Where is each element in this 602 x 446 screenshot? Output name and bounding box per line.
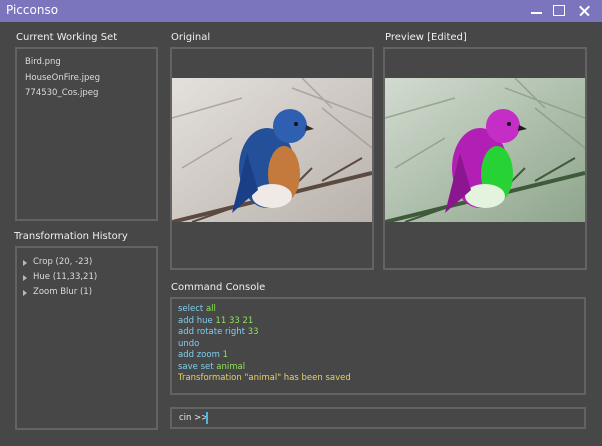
console-argument: 1 — [222, 350, 228, 360]
original-title: Original — [171, 32, 211, 43]
console-argument: all — [205, 304, 216, 314]
working-set-title: Current Working Set — [16, 32, 118, 43]
console-line: add rotate right 33 — [178, 327, 584, 339]
console-command: add zoom — [178, 350, 220, 360]
app-title: Picconso — [6, 3, 59, 17]
file-item[interactable]: Bird.png — [25, 55, 156, 71]
expand-triangle-icon[interactable] — [23, 289, 27, 296]
history-item[interactable]: Hue (11,33,21) — [23, 270, 156, 285]
console-title: Command Console — [171, 282, 266, 293]
text-caret — [206, 412, 208, 424]
history-panel: Crop (20, -23) Hue (11,33,21) Zoom Blur … — [15, 246, 158, 430]
history-title: Transformation History — [14, 231, 128, 242]
command-input-box[interactable]: cin >> — [170, 407, 586, 429]
console-command: select — [178, 304, 204, 314]
preview-image — [385, 78, 585, 222]
history-item[interactable]: Zoom Blur (1) — [23, 285, 156, 300]
console-line: add hue 11 33 21 — [178, 316, 584, 328]
file-list: Bird.png HouseOnFire.jpeg 774530_Cos.jpe… — [17, 49, 156, 102]
expand-triangle-icon[interactable] — [23, 259, 27, 266]
history-item-label: Hue (11,33,21) — [33, 272, 98, 282]
console-line: select all — [178, 304, 584, 316]
preview-title: Preview [Edited] — [385, 32, 467, 43]
console-command: undo — [178, 338, 200, 349]
file-item[interactable]: HouseOnFire.jpeg — [25, 71, 156, 87]
expand-triangle-icon[interactable] — [23, 274, 27, 281]
file-item[interactable]: 774530_Cos.jpeg — [25, 86, 156, 102]
history-item-label: Zoom Blur (1) — [33, 287, 93, 297]
console-argument: 33 — [247, 327, 259, 337]
original-panel — [170, 47, 374, 270]
console-line: save set animal — [178, 362, 584, 374]
minimize-icon[interactable] — [526, 0, 548, 22]
console-output: select all add hue 11 33 21 add rotate r… — [170, 297, 586, 395]
original-image — [172, 78, 372, 222]
console-argument: 11 33 21 — [215, 315, 254, 326]
history-list: Crop (20, -23) Hue (11,33,21) Zoom Blur … — [17, 248, 156, 300]
console-prompt: cin >> — [179, 413, 209, 423]
working-set-panel: Bird.png HouseOnFire.jpeg 774530_Cos.jpe… — [15, 47, 158, 221]
console-line: add zoom 1 — [178, 350, 584, 362]
history-item[interactable]: Crop (20, -23) — [23, 255, 156, 270]
console-message: Transformation "animal" has been saved — [178, 373, 351, 383]
console-command: add rotate right — [178, 327, 245, 337]
title-bar: Picconso — [0, 0, 602, 22]
close-icon[interactable] — [574, 0, 596, 22]
bird-photo-original — [172, 78, 372, 222]
console-command: save set — [178, 361, 214, 372]
preview-panel — [383, 47, 587, 270]
console-argument: animal — [216, 361, 246, 372]
console-command: add hue — [178, 315, 213, 326]
maximize-icon[interactable] — [548, 0, 570, 22]
bird-photo-edited — [385, 78, 585, 222]
history-item-label: Crop (20, -23) — [33, 257, 93, 267]
console-line: undo — [178, 339, 584, 351]
console-log: select all add hue 11 33 21 add rotate r… — [172, 299, 584, 385]
